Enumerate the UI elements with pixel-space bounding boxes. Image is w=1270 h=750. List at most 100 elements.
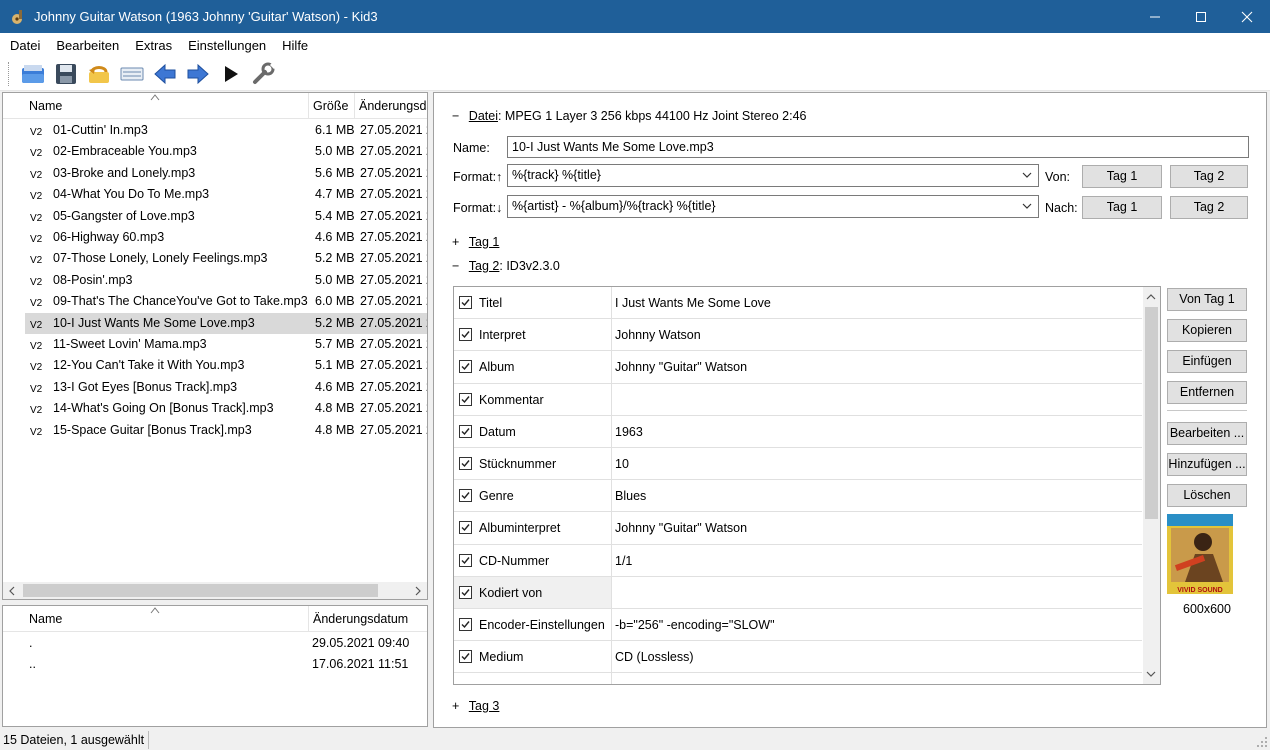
open-button[interactable] bbox=[18, 60, 48, 88]
file-row[interactable]: V2 08-Posin'.mp3 5.0 MB 27.05.2021 22 bbox=[3, 270, 427, 291]
frame-value[interactable]: 1963 bbox=[615, 416, 643, 448]
add-frame-button[interactable]: Hinzufügen ... bbox=[1167, 453, 1247, 476]
menu-hilfe[interactable]: Hilfe bbox=[274, 38, 316, 53]
play-button[interactable] bbox=[216, 60, 246, 88]
copy-button[interactable]: Kopieren bbox=[1167, 319, 1247, 342]
frame-row[interactable]: Medium CD (Lossless) bbox=[454, 641, 1142, 674]
frame-value[interactable]: Blues bbox=[615, 480, 646, 512]
remove-button[interactable]: Entfernen bbox=[1167, 381, 1247, 404]
column-date[interactable]: Änderungsdatum bbox=[355, 93, 427, 119]
file-row[interactable]: V2 05-Gangster of Love.mp3 5.4 MB 27.05.… bbox=[3, 206, 427, 227]
resize-grip-icon[interactable] bbox=[1256, 736, 1268, 748]
previous-file-button[interactable] bbox=[150, 60, 180, 88]
frame-row[interactable]: Interpret Johnny Watson bbox=[454, 319, 1142, 352]
file-row[interactable]: V2 01-Cuttin' In.mp3 6.1 MB 27.05.2021 2… bbox=[3, 120, 427, 141]
frame-value[interactable]: -b="256" -encoding="SLOW" bbox=[615, 609, 775, 641]
settings-button[interactable] bbox=[249, 60, 279, 88]
format-from-tag2-button[interactable]: Tag 2 bbox=[1170, 165, 1248, 188]
frame-value[interactable]: Johnny "Guitar" Watson bbox=[615, 512, 747, 544]
format-to-tag1-button[interactable]: Tag 1 bbox=[1082, 196, 1162, 219]
format-to-tag2-button[interactable]: Tag 2 bbox=[1170, 196, 1248, 219]
copy-from-tag1-button[interactable]: Von Tag 1 bbox=[1167, 288, 1247, 311]
file-section-label[interactable]: Datei bbox=[469, 109, 498, 123]
frame-checkbox[interactable] bbox=[459, 618, 472, 631]
frame-value[interactable]: Johnny "Guitar" Watson bbox=[615, 351, 747, 383]
cover-art-image[interactable]: VIVID SOUND bbox=[1167, 514, 1233, 594]
frame-row-selected[interactable]: Kodiert von bbox=[454, 576, 1142, 609]
frame-row[interactable]: Stücknummer 10 bbox=[454, 448, 1142, 481]
frame-value[interactable]: 1/1 bbox=[615, 545, 632, 577]
playlist-button[interactable] bbox=[117, 60, 147, 88]
close-button[interactable] bbox=[1224, 0, 1270, 33]
frame-row[interactable]: Genre Blues bbox=[454, 480, 1142, 513]
scroll-right-icon[interactable] bbox=[414, 586, 422, 596]
menu-datei[interactable]: Datei bbox=[2, 38, 48, 53]
next-file-button[interactable] bbox=[183, 60, 213, 88]
tag1-toggle[interactable]: + bbox=[452, 235, 459, 249]
frame-checkbox[interactable] bbox=[459, 328, 472, 342]
file-row[interactable]: V2 07-Those Lonely, Lonely Feelings.mp3 … bbox=[3, 248, 427, 269]
file-row[interactable]: V2 12-You Can't Take it With You.mp3 5.1… bbox=[3, 355, 427, 376]
frame-row[interactable]: Datum 1963 bbox=[454, 415, 1142, 448]
file-row[interactable]: V2 02-Embraceable You.mp3 5.0 MB 27.05.2… bbox=[3, 141, 427, 162]
horizontal-scrollbar[interactable] bbox=[3, 582, 427, 599]
minimize-button[interactable] bbox=[1132, 0, 1178, 33]
frame-row[interactable]: CD-Nummer 1/1 bbox=[454, 544, 1142, 577]
file-section-toggle[interactable]: − bbox=[452, 109, 459, 123]
file-row[interactable]: V2 15-Space Guitar [Bonus Track].mp3 4.8… bbox=[3, 420, 427, 441]
column-date[interactable]: Änderungsdatum bbox=[309, 606, 427, 632]
edit-frame-button[interactable]: Bearbeiten ... bbox=[1167, 422, 1247, 445]
vertical-scrollbar[interactable] bbox=[1143, 287, 1160, 684]
scroll-left-icon[interactable] bbox=[8, 586, 16, 596]
scrollbar-thumb[interactable] bbox=[1145, 307, 1158, 519]
frame-checkbox[interactable] bbox=[459, 392, 472, 406]
frame-row[interactable]: Album Johnny "Guitar" Watson bbox=[454, 351, 1142, 384]
tag1-label[interactable]: Tag 1 bbox=[469, 235, 500, 249]
frame-row[interactable]: Encoder-Einstellungen -b="256" -encoding… bbox=[454, 609, 1142, 642]
frame-row[interactable]: Albuminterpret Johnny "Guitar" Watson bbox=[454, 512, 1142, 545]
frame-checkbox[interactable] bbox=[459, 457, 472, 470]
maximize-button[interactable] bbox=[1178, 0, 1224, 33]
frame-value[interactable]: CD (Lossless) bbox=[615, 641, 694, 673]
tag2-toggle[interactable]: − bbox=[452, 259, 459, 273]
frame-value[interactable]: 10 bbox=[615, 448, 629, 480]
directory-row[interactable]: . 29.05.2021 09:40 bbox=[3, 633, 427, 654]
scrollbar-thumb[interactable] bbox=[23, 584, 378, 597]
format-up-combo[interactable]: %{track} %{title} bbox=[507, 164, 1039, 187]
frame-row[interactable]: Titel I Just Wants Me Some Love bbox=[454, 287, 1142, 320]
scroll-down-icon[interactable] bbox=[1146, 670, 1156, 678]
file-row[interactable]: V2 14-What's Going On [Bonus Track].mp3 … bbox=[3, 398, 427, 419]
file-row-selected[interactable]: V2 10-I Just Wants Me Some Love.mp3 5.2 … bbox=[25, 312, 427, 334]
tag2-label[interactable]: Tag 2 bbox=[469, 259, 500, 273]
file-row[interactable]: V2 06-Highway 60.mp3 4.6 MB 27.05.2021 2… bbox=[3, 227, 427, 248]
format-down-combo[interactable]: %{artist} - %{album}/%{track} %{title} bbox=[507, 195, 1039, 218]
menu-bearbeiten[interactable]: Bearbeiten bbox=[48, 38, 127, 53]
file-row[interactable]: V2 13-I Got Eyes [Bonus Track].mp3 4.6 M… bbox=[3, 377, 427, 398]
frame-checkbox[interactable] bbox=[459, 360, 472, 374]
scroll-up-icon[interactable] bbox=[1146, 293, 1156, 301]
frame-checkbox[interactable] bbox=[459, 650, 472, 664]
delete-frame-button[interactable]: Löschen bbox=[1167, 484, 1247, 507]
tag3-toggle[interactable]: + bbox=[452, 699, 459, 713]
frame-row[interactable]: Kommentar bbox=[454, 383, 1142, 416]
revert-button[interactable] bbox=[84, 60, 114, 88]
frame-checkbox[interactable] bbox=[459, 521, 472, 535]
directory-row[interactable]: .. 17.06.2021 11:51 bbox=[3, 654, 427, 675]
file-row[interactable]: V2 09-That's The ChanceYou've Got to Tak… bbox=[3, 291, 427, 312]
save-button[interactable] bbox=[51, 60, 81, 88]
format-from-tag1-button[interactable]: Tag 1 bbox=[1082, 165, 1162, 188]
frame-value[interactable]: Johnny Watson bbox=[615, 319, 701, 351]
file-row[interactable]: V2 03-Broke and Lonely.mp3 5.6 MB 27.05.… bbox=[3, 163, 427, 184]
name-input[interactable]: 10-I Just Wants Me Some Love.mp3 bbox=[507, 136, 1249, 158]
frame-checkbox[interactable] bbox=[459, 424, 472, 438]
file-row[interactable]: V2 04-What You Do To Me.mp3 4.7 MB 27.05… bbox=[3, 184, 427, 205]
frame-value[interactable]: I Just Wants Me Some Love bbox=[615, 287, 771, 319]
frame-checkbox[interactable] bbox=[459, 553, 472, 567]
tag3-label[interactable]: Tag 3 bbox=[469, 699, 500, 713]
column-size[interactable]: Größe bbox=[309, 93, 355, 119]
frame-checkbox[interactable] bbox=[459, 296, 472, 309]
file-row[interactable]: V2 11-Sweet Lovin' Mama.mp3 5.7 MB 27.05… bbox=[3, 334, 427, 355]
frame-checkbox[interactable] bbox=[459, 585, 472, 599]
paste-button[interactable]: Einfügen bbox=[1167, 350, 1247, 373]
menu-extras[interactable]: Extras bbox=[127, 38, 180, 53]
